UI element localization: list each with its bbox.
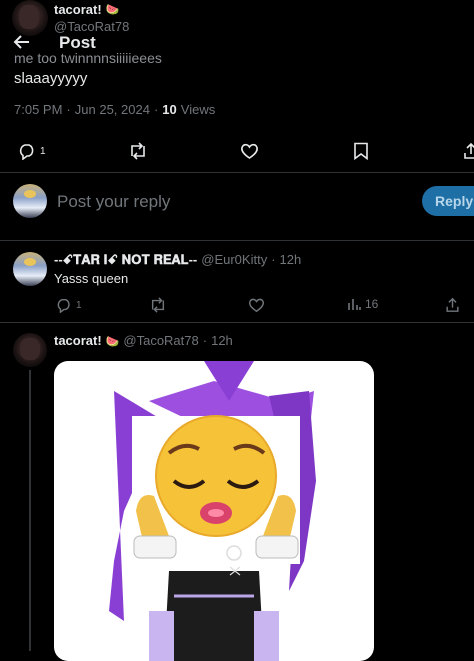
reply-views[interactable]: 16 [347, 297, 378, 311]
reply-display-name[interactable]: tacorat! [54, 333, 102, 348]
views-count: 10 [162, 102, 177, 117]
character-illustration [109, 361, 316, 661]
reply-header: tacorat! 🍉 @TacoRat78 · 12h [54, 333, 233, 348]
meta-separator: · [66, 102, 71, 117]
retweet-icon[interactable] [128, 142, 148, 160]
reply-text: Yasss queen [54, 271, 129, 286]
meta-separator: · [153, 102, 159, 117]
avatar[interactable] [12, 0, 48, 36]
tweet-date[interactable]: Jun 25, 2024 [75, 102, 150, 117]
divider [0, 172, 474, 173]
reply-count: 1 [40, 145, 46, 157]
reply-icon [56, 297, 72, 313]
reply-avatar[interactable] [13, 333, 47, 367]
author-display-name[interactable]: tacorat! [54, 2, 102, 17]
reply-handle[interactable]: @TacoRat78 [123, 333, 198, 348]
reply-header: --ꗃ𝐓𝐀𝐑 𝐈ꗃ 𝐍𝐎𝐓 𝐑𝐄𝐀𝐋-- @Eur0Kitty · 12h [54, 252, 301, 268]
reply-submit-button[interactable]: Reply [422, 186, 474, 216]
tweet-meta: 7:05 PM · Jun 25, 2024 · 10 Views [14, 102, 215, 117]
reply-time[interactable]: 12h [211, 333, 233, 348]
tweet-text-line2: slaaayyyyy [14, 70, 88, 87]
watermelon-icon: 🍉 [105, 336, 120, 348]
back-arrow-icon[interactable] [13, 34, 31, 50]
reply-reply-button[interactable]: 1 [56, 297, 82, 313]
my-avatar[interactable] [13, 184, 47, 218]
author-handle[interactable]: @TacoRat78 [54, 19, 129, 34]
like-heart-icon[interactable] [248, 297, 265, 313]
bookmark-icon[interactable] [353, 142, 369, 160]
reply-button[interactable]: 1 [18, 142, 46, 160]
reply-handle[interactable]: @Eur0Kitty [201, 252, 267, 268]
share-icon[interactable] [445, 297, 460, 313]
share-icon[interactable] [463, 142, 474, 160]
reply-time[interactable]: 12h [280, 252, 302, 268]
meta-separator: · [202, 333, 208, 348]
reply-reply-count: 1 [76, 299, 82, 311]
like-heart-icon[interactable] [240, 142, 259, 160]
retweet-icon[interactable] [149, 297, 167, 313]
reply-display-name[interactable]: --ꗃ𝐓𝐀𝐑 𝐈ꗃ 𝐍𝐎𝐓 𝐑𝐄𝐀𝐋-- [54, 252, 197, 268]
tweet-text-line1: me too twinnnnsiiiiieees [14, 50, 162, 66]
reply-input[interactable] [55, 188, 359, 216]
analytics-bars-icon [347, 297, 361, 311]
meta-separator: · [271, 252, 276, 267]
divider [0, 240, 474, 241]
thread-line [29, 370, 31, 651]
reply-views-count: 16 [365, 297, 379, 311]
media-image[interactable] [54, 361, 374, 661]
watermelon-icon: 🍉 [105, 4, 120, 16]
views-label: Views [180, 102, 216, 117]
reply-icon [18, 142, 36, 160]
divider [0, 322, 474, 323]
reply-avatar[interactable] [13, 252, 47, 286]
tweet-time[interactable]: 7:05 PM [14, 102, 62, 117]
